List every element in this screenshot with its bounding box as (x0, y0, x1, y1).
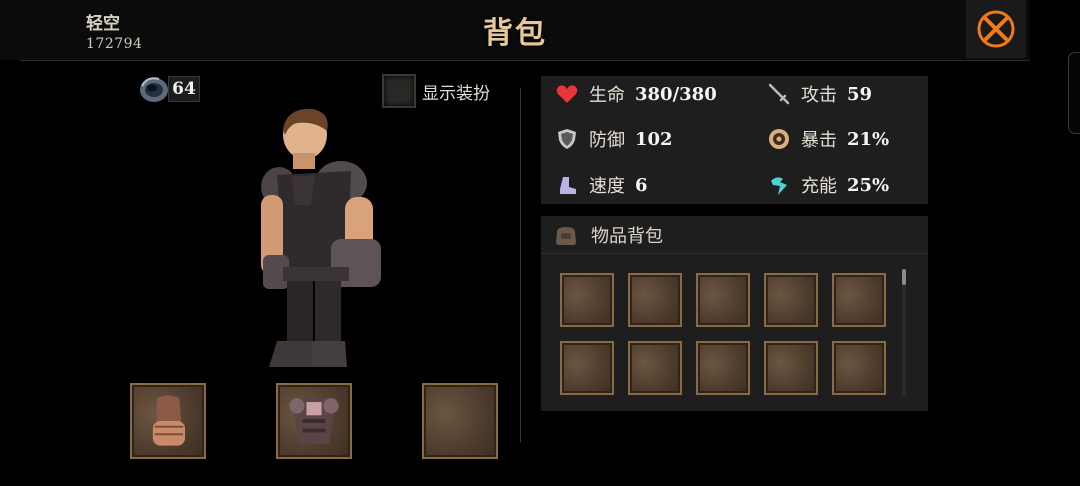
stat-defense: 防御 102 (555, 126, 673, 152)
boot-icon (555, 173, 579, 197)
inventory-scrollbar[interactable] (902, 269, 906, 397)
inventory-panel: 物品背包 (541, 216, 928, 411)
inventory-slot[interactable] (560, 273, 614, 327)
inventory-header: 物品背包 (541, 216, 928, 254)
stat-charge: 充能 25% (767, 172, 889, 198)
inventory-slot[interactable] (696, 273, 750, 327)
stat-hp-label: 生命 (589, 85, 625, 106)
equipment-slot-gloves[interactable] (130, 383, 206, 459)
inventory-scroll-thumb[interactable] (902, 269, 906, 285)
currency-value: 64 (168, 76, 200, 102)
stat-speed-label: 速度 (589, 176, 625, 197)
page-title: 背包 (483, 16, 547, 51)
stat-attack: 攻击 59 (767, 81, 872, 107)
stat-crit: 暴击 21% (767, 126, 889, 152)
inventory-slot[interactable] (628, 273, 682, 327)
inventory-slot[interactable] (696, 341, 750, 395)
gauntlet-icon (152, 395, 186, 446)
charge-icon (767, 173, 791, 197)
vertical-divider (520, 88, 521, 442)
crit-icon (767, 127, 791, 151)
stat-speed-value: 6 (635, 174, 648, 196)
stats-panel: 生命 380/380 攻击 59 防御 102 暴击 21% 速度 6 充能 2… (541, 76, 928, 204)
inventory-slot[interactable] (764, 341, 818, 395)
equipment-slot-empty[interactable] (422, 383, 498, 459)
heart-icon (555, 82, 579, 106)
close-icon (977, 10, 1015, 48)
bag-icon (556, 226, 576, 245)
inventory-title: 物品背包 (591, 225, 663, 247)
show-outfit-label: 显示装扮 (422, 83, 490, 104)
stat-hp-value: 380/380 (635, 83, 717, 105)
stat-charge-label: 充能 (801, 176, 837, 197)
currency-display: 64 (137, 72, 200, 106)
shield-icon (555, 127, 579, 151)
stat-speed: 速度 6 (555, 172, 648, 198)
equipment-slot-armor[interactable] (276, 383, 352, 459)
show-outfit-toggle[interactable]: 显示装扮 (382, 74, 490, 108)
close-button[interactable] (966, 0, 1026, 58)
stat-crit-value: 21% (847, 128, 890, 150)
stat-crit-label: 暴击 (801, 130, 837, 151)
side-drawer-handle[interactable] (1068, 52, 1080, 134)
stat-attack-value: 59 (847, 83, 873, 105)
stat-attack-label: 攻击 (801, 85, 837, 106)
sword-icon (767, 82, 791, 106)
stat-charge-value: 25% (847, 174, 890, 196)
inventory-slot[interactable] (832, 341, 886, 395)
character-model (261, 108, 381, 367)
stat-defense-label: 防御 (589, 130, 625, 151)
stat-hp: 生命 380/380 (555, 81, 717, 107)
top-divider (20, 60, 1030, 61)
stat-defense-value: 102 (635, 128, 673, 150)
show-outfit-checkbox[interactable] (382, 74, 416, 108)
ring-currency-icon (140, 77, 168, 102)
inventory-slot[interactable] (764, 273, 818, 327)
inventory-slot[interactable] (628, 341, 682, 395)
inventory-slot[interactable] (832, 273, 886, 327)
inventory-slot[interactable] (560, 341, 614, 395)
chest-armor-icon (289, 398, 339, 444)
